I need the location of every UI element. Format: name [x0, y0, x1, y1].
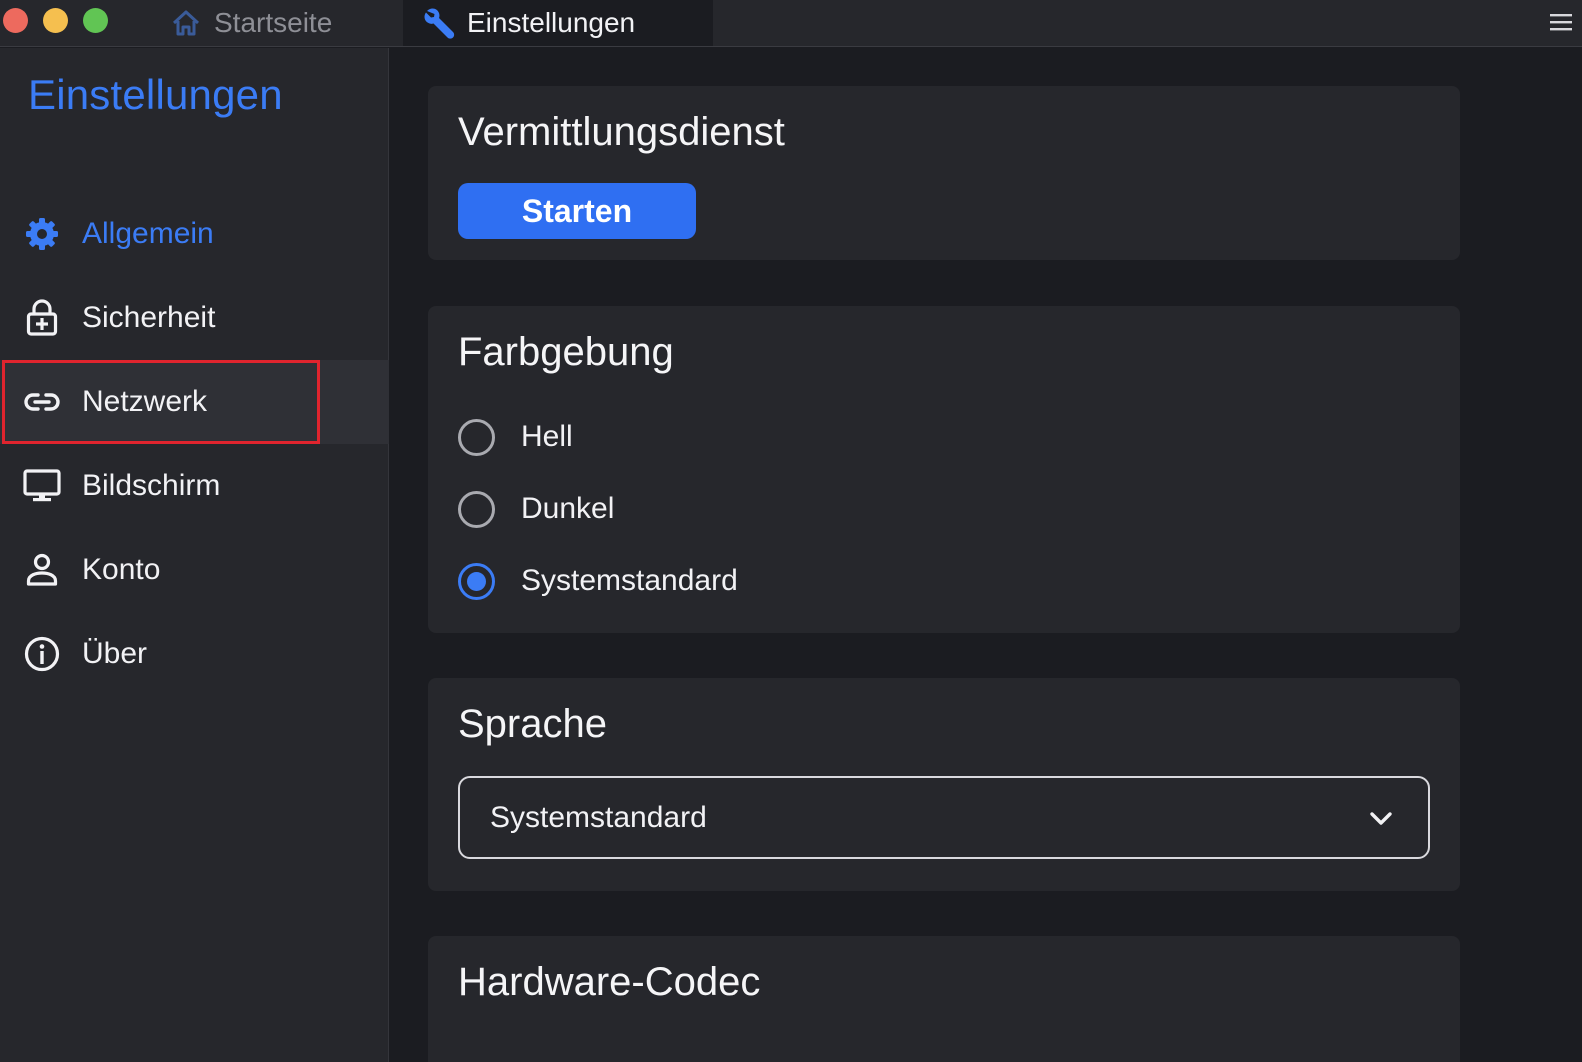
lock-icon: [22, 298, 62, 338]
radio-option-dunkel[interactable]: Dunkel: [458, 484, 614, 534]
wrench-icon: [421, 5, 457, 41]
sidebar: Einstellungen Allgemein Sicherheit Netzw…: [0, 48, 389, 1062]
maximize-window-button[interactable]: [83, 8, 108, 33]
chevron-down-icon: [1370, 812, 1392, 825]
monitor-icon: [22, 466, 62, 506]
info-icon: [22, 634, 62, 674]
hamburger-menu-icon[interactable]: [1548, 11, 1576, 33]
radio-option-hell[interactable]: Hell: [458, 412, 573, 462]
gear-icon: [22, 214, 62, 254]
radio-label: Dunkel: [521, 492, 615, 525]
user-icon: [22, 550, 62, 590]
card-title: Sprache: [458, 702, 607, 746]
sidebar-item-label: Sicherheit: [82, 301, 216, 334]
link-icon: [22, 382, 62, 422]
tab-label: Einstellungen: [467, 7, 636, 38]
radio-button-selected[interactable]: [458, 562, 495, 600]
sidebar-item-ueber[interactable]: Über: [0, 612, 389, 696]
radio-button[interactable]: [458, 490, 495, 528]
radio-option-systemstandard[interactable]: Systemstandard: [458, 556, 738, 606]
minimize-window-button[interactable]: [43, 8, 68, 33]
sidebar-item-netzwerk[interactable]: Netzwerk: [0, 360, 389, 444]
radio-button[interactable]: [458, 418, 495, 456]
card-title: Vermittlungsdienst: [458, 110, 785, 154]
sidebar-item-label: Über: [82, 637, 148, 670]
start-button[interactable]: Starten: [458, 183, 696, 239]
tab-einstellungen[interactable]: Einstellungen: [403, 0, 713, 46]
sidebar-title: Einstellungen: [28, 71, 283, 118]
sidebar-item-label: Netzwerk: [82, 385, 208, 418]
close-window-button[interactable]: [3, 8, 28, 33]
card-sprache: Sprache Systemstandard: [428, 678, 1460, 891]
sidebar-item-label: Konto: [82, 553, 161, 586]
card-title: Hardware-Codec: [458, 960, 761, 1004]
card-farbgebung: Farbgebung Hell Dunkel Systemstandard: [428, 306, 1460, 633]
language-select[interactable]: Systemstandard: [458, 776, 1430, 859]
card-vermittlungsdienst: Vermittlungsdienst Starten: [428, 86, 1460, 260]
radio-label: Systemstandard: [521, 564, 738, 597]
home-icon: [168, 5, 204, 41]
sidebar-item-sicherheit[interactable]: Sicherheit: [0, 276, 389, 360]
language-select-value: Systemstandard: [490, 800, 707, 834]
sidebar-item-label: Bildschirm: [82, 469, 221, 502]
sidebar-item-allgemein[interactable]: Allgemein: [0, 192, 389, 276]
card-title: Farbgebung: [458, 330, 674, 374]
sidebar-item-label: Allgemein: [82, 217, 214, 250]
sidebar-item-konto[interactable]: Konto: [0, 528, 389, 612]
tab-startseite[interactable]: Startseite: [150, 0, 402, 46]
tab-label: Startseite: [214, 7, 333, 38]
title-bar: Startseite Einstellungen: [0, 0, 1582, 47]
card-hardware-codec: Hardware-Codec: [428, 936, 1460, 1062]
radio-label: Hell: [521, 420, 573, 453]
sidebar-item-bildschirm[interactable]: Bildschirm: [0, 444, 389, 528]
